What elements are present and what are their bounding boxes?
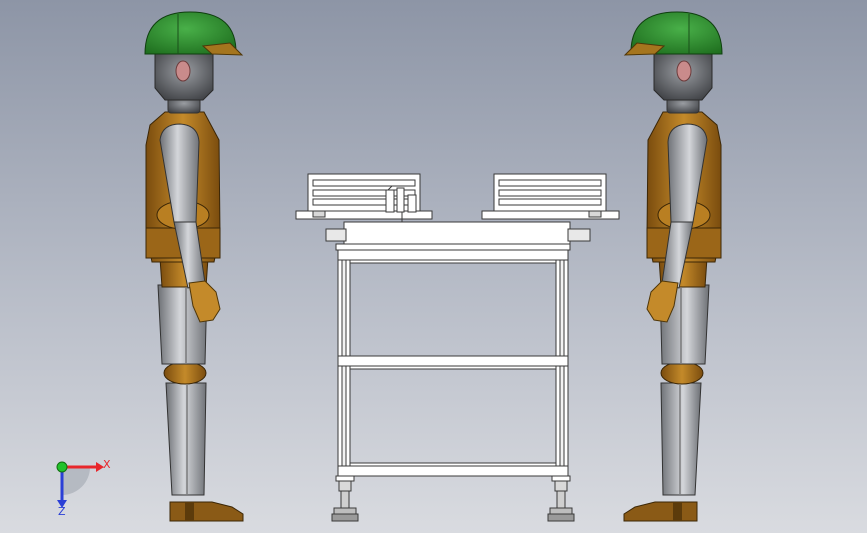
workbench[interactable] (295, 173, 620, 522)
worker-right[interactable] (623, 11, 723, 522)
worker-left[interactable] (144, 11, 244, 522)
x-axis-label: X (103, 458, 111, 471)
assembly-side-view: X Z (56, 11, 723, 522)
z-axis-label: Z (58, 505, 66, 518)
orientation-triad[interactable]: X Z (56, 458, 111, 518)
cad-viewport[interactable]: X Z (0, 0, 867, 533)
y-axis-marker (56, 461, 68, 473)
